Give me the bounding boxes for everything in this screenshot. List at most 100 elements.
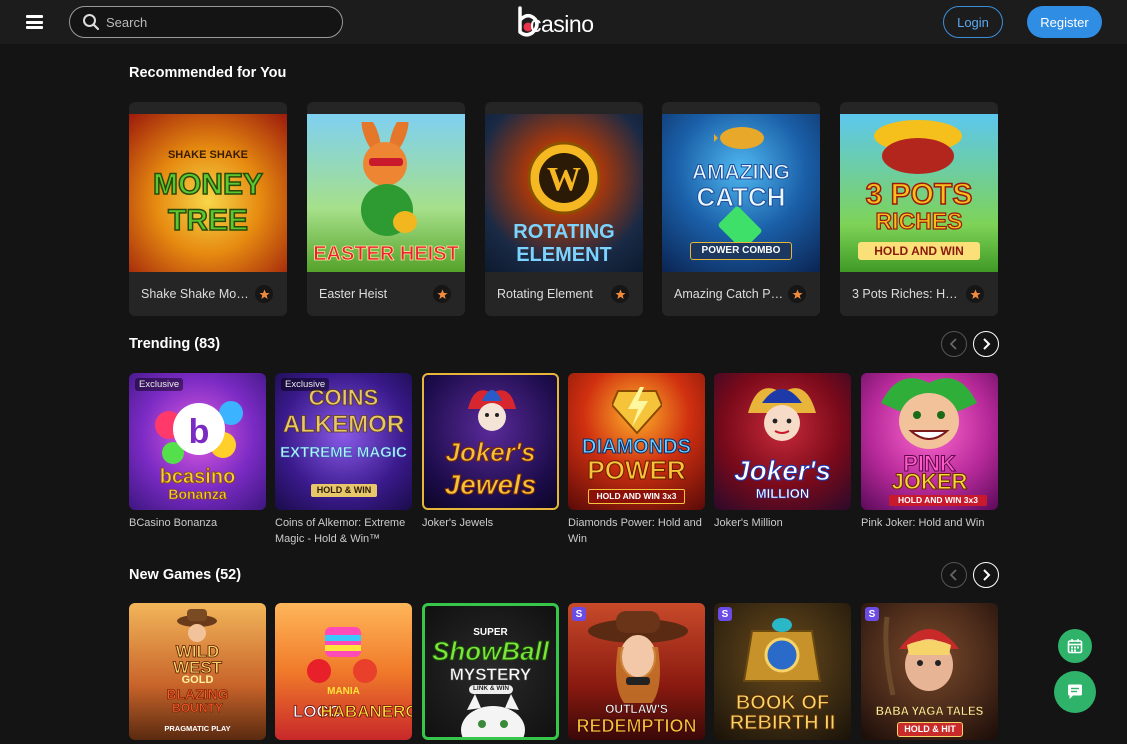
- chevron-left-icon[interactable]: [941, 562, 967, 588]
- star-icon[interactable]: [966, 285, 984, 303]
- star-icon[interactable]: [433, 285, 451, 303]
- game-thumbnail: AMAZING CATCH POWER COMBO: [662, 114, 820, 272]
- game-tile-label: BCasino Bonanza: [129, 517, 218, 529]
- hamburger-icon[interactable]: [26, 15, 43, 29]
- art-title: SHAKE SHAKE: [167, 149, 249, 161]
- art-title: REDEMPTION: [576, 716, 697, 736]
- game-tile-label: Pink Joker: Hold and Win: [861, 517, 985, 529]
- game-tile-wild-west-gold[interactable]: WILD WEST GOLD BLAZING BOUNTY PRAGMATIC …: [129, 603, 266, 740]
- recommended-section-title: Recommended for You: [129, 65, 287, 81]
- chevron-right-icon[interactable]: [973, 562, 999, 588]
- game-tile-label: Joker's Million: [714, 517, 783, 529]
- art-title: MYSTERY: [449, 665, 532, 684]
- art-title: JOKER: [891, 469, 968, 494]
- art-title: HOLD & WIN: [311, 484, 377, 497]
- art-title: EASTER HEIST: [313, 243, 459, 265]
- star-icon[interactable]: [255, 285, 273, 303]
- game-card-rotating-element[interactable]: W ROTATING ELEMENT Rotating Element: [485, 102, 643, 316]
- exclusive-badge: Exclusive: [135, 378, 184, 391]
- art-title: TREE: [167, 204, 249, 237]
- chat-icon[interactable]: [1054, 671, 1096, 713]
- art-title: ROTATING: [513, 221, 615, 243]
- game-card-label: Shake Shake Money Tree: [141, 287, 251, 301]
- game-thumbnail: W ROTATING ELEMENT: [485, 114, 643, 272]
- game-thumbnail: SHAKE SHAKE MONEY TREE: [129, 114, 287, 272]
- provider-badge: S: [572, 607, 586, 621]
- bcasino-logo[interactable]: casino: [516, 4, 612, 40]
- game-tile-label: Diamonds Power: Hold and Win: [568, 517, 702, 545]
- game-thumbnail: EASTER HEIST: [307, 114, 465, 272]
- search-icon: [83, 14, 100, 31]
- game-card-label: Rotating Element: [497, 287, 593, 301]
- game-tile-loco-habanero[interactable]: MANIA LOCO HABANERO: [275, 603, 412, 740]
- game-card-amazing-catch[interactable]: AMAZING CATCH POWER COMBO Amazing Catch …: [662, 102, 820, 316]
- svg-text:W: W: [547, 161, 581, 198]
- art-title: REBIRTH II: [729, 712, 836, 734]
- art-title: EXTREME MAGIC: [280, 444, 407, 461]
- art-title: RICHES: [875, 208, 963, 234]
- game-tile-book-of-rebirth-ii[interactable]: BOOK OF REBIRTH II S: [714, 603, 851, 740]
- art-title: CATCH: [696, 182, 786, 212]
- game-tile-bcasino-bonanza[interactable]: b bcasino Bonanza Exclusive: [129, 373, 266, 510]
- art-title: BOOK OF: [735, 692, 830, 714]
- search-input[interactable]: [106, 12, 326, 32]
- game-tile-outlaws-redemption[interactable]: OUTLAW'S REDEMPTION S: [568, 603, 705, 740]
- game-card-shake-shake-money-tree[interactable]: SHAKE SHAKE MONEY TREE Shake Shake Money…: [129, 102, 287, 316]
- game-tile-jokers-million[interactable]: Joker's MILLION: [714, 373, 851, 510]
- register-button[interactable]: Register: [1027, 6, 1102, 38]
- game-tile-label: Coins of Alkemor: Extreme Magic - Hold &…: [275, 517, 406, 545]
- art-title: HOLD AND WIN: [858, 242, 980, 260]
- game-tile-coins-of-alkemor[interactable]: COINS ALKEMOR EXTREME MAGIC HOLD & WIN E…: [275, 373, 412, 510]
- provider-badge: S: [865, 607, 879, 621]
- art-title: AMAZING: [692, 161, 791, 184]
- art-title: HOLD AND WIN 3x3: [889, 495, 987, 506]
- art-title: MILLION: [755, 486, 810, 501]
- art-title: MONEY: [152, 168, 264, 201]
- search-bar[interactable]: [69, 6, 343, 38]
- art-title: ALKEMOR: [282, 411, 405, 438]
- login-button[interactable]: Login: [943, 6, 1003, 38]
- art-title: LINK & WIN: [469, 685, 513, 694]
- exclusive-badge: Exclusive: [281, 378, 330, 391]
- game-card-3-pots-riches[interactable]: 3 POTS RICHES HOLD AND WIN 3 Pots Riches…: [840, 102, 998, 316]
- art-title: DIAMONDS: [582, 436, 692, 458]
- art-title: GOLD: [181, 674, 214, 686]
- chevron-left-icon[interactable]: [941, 331, 967, 357]
- game-tile-baba-yaga-tales[interactable]: BABA YAGA TALES HOLD & HIT S: [861, 603, 998, 740]
- game-thumbnail: 3 POTS RICHES HOLD AND WIN: [840, 114, 998, 272]
- game-tile-jokers-jewels[interactable]: Joker's Jewels: [422, 373, 559, 510]
- art-title: HOLD AND WIN 3x3: [588, 489, 685, 504]
- art-title: Joker's: [445, 437, 536, 467]
- art-title: HOLD & HIT: [897, 722, 963, 737]
- star-icon[interactable]: [788, 285, 806, 303]
- art-title: bcasino: [159, 466, 236, 488]
- art-title: OUTLAW'S: [605, 702, 668, 716]
- game-card-easter-heist[interactable]: EASTER HEIST Easter Heist: [307, 102, 465, 316]
- game-card-label: Amazing Catch Power Combo: [674, 287, 784, 301]
- svg-text:b: b: [189, 413, 210, 451]
- top-header: casino Login Register: [0, 0, 1127, 44]
- art-title: 3 POTS: [865, 178, 973, 211]
- game-card-label: Easter Heist: [319, 287, 388, 301]
- art-title: Bonanza: [168, 486, 227, 502]
- art-title: HABANERO: [320, 702, 412, 721]
- provider-badge: S: [718, 607, 732, 621]
- game-tile-diamonds-power[interactable]: DIAMONDS POWER HOLD AND WIN 3x3: [568, 373, 705, 510]
- game-tile-label: Joker's Jewels: [422, 517, 494, 529]
- art-title: POWER COMBO: [690, 242, 792, 260]
- calendar-icon[interactable]: [1058, 629, 1092, 663]
- art-title: BLAZING: [166, 686, 229, 702]
- art-title: PRAGMATIC PLAY: [164, 724, 231, 733]
- trending-section-title: Trending (83): [129, 336, 221, 352]
- logo-text: casino: [530, 11, 594, 37]
- chevron-right-icon[interactable]: [973, 331, 999, 357]
- art-title: Joker's: [734, 455, 832, 486]
- art-title: ELEMENT: [516, 244, 612, 266]
- star-icon[interactable]: [611, 285, 629, 303]
- art-title: BABA YAGA TALES: [875, 706, 984, 718]
- game-tile-pink-joker[interactable]: PINK JOKER HOLD AND WIN 3x3: [861, 373, 998, 510]
- game-card-label: 3 Pots Riches: Hold and Win: [852, 287, 962, 301]
- art-title: BOUNTY: [172, 701, 223, 715]
- game-tile-super-showball-mystery[interactable]: SUPER ShowBall MYSTERY LINK & WIN: [422, 603, 559, 740]
- art-title: ShowBall: [431, 636, 549, 666]
